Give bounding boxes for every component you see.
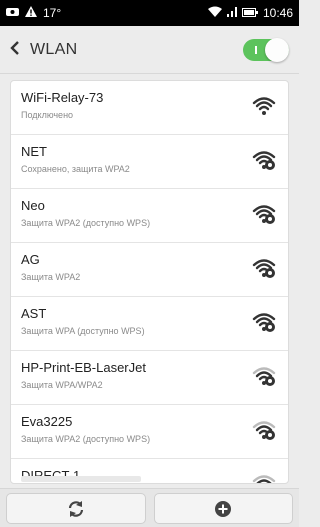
network-name: Neo <box>21 198 45 213</box>
wlan-header: WLAN <box>0 26 299 74</box>
wifi-locked-icon <box>252 259 276 278</box>
wifi-icon <box>252 97 276 115</box>
network-name: WiFi-Relay-73 <box>21 90 104 105</box>
refresh-button[interactable] <box>6 493 146 524</box>
wifi-locked-icon <box>252 205 276 224</box>
toggle-on-indicator <box>255 45 257 54</box>
network-row[interactable]: AST Защита WPA (доступно WPS) <box>11 297 288 351</box>
network-status: Защита WPA/WPA2 <box>21 380 103 390</box>
network-status: Защита WPA2 (доступно WPS) <box>21 434 151 444</box>
status-bar: 17° 10:46 <box>0 0 299 26</box>
network-list: WiFi-Relay-73 Подключено NET Сохранено, защ… <box>10 80 289 484</box>
network-row[interactable]: Neo Защита WPA2 (доступно WPS) <box>11 189 288 243</box>
network-name: Eva3225 <box>21 414 73 429</box>
toggle-knob <box>265 37 289 62</box>
refresh-icon <box>68 500 83 517</box>
warning-icon <box>25 6 37 20</box>
network-status: Подключено <box>21 110 74 120</box>
network-status: Сохранено, защита WPA2 <box>21 164 130 174</box>
network-row[interactable]: WiFi-Relay-73 Подключено <box>11 81 288 135</box>
network-status: Защита WPA2 <box>21 272 81 282</box>
network-name: NET <box>21 144 47 159</box>
wifi-locked-icon <box>252 313 276 332</box>
page-title: WLAN <box>30 40 78 58</box>
network-status: Защита WPA (доступно WPS) <box>21 326 145 336</box>
network-row[interactable]: AG Защита WPA2 <box>11 243 288 297</box>
network-row[interactable]: NET Сохранено, защита WPA2 <box>11 135 288 189</box>
partial-network-row <box>21 476 141 482</box>
temperature-text: 17° <box>43 6 62 20</box>
clock: 10:46 <box>262 6 293 20</box>
add-circle-icon <box>215 500 232 517</box>
notification-icon <box>6 6 19 20</box>
battery-icon <box>241 6 258 20</box>
wifi-locked-icon <box>252 421 276 440</box>
wifi-locked-icon <box>252 475 276 483</box>
add-network-button[interactable] <box>153 493 293 524</box>
cell-signal-icon <box>226 6 237 20</box>
network-name: HP-Print-EB-LaserJet <box>21 360 146 375</box>
network-name: AST <box>21 306 47 321</box>
wifi-locked-icon <box>252 151 276 170</box>
network-row[interactable]: HP-Print-EB-LaserJet Защита WPA/WPA2 <box>11 351 288 405</box>
wifi-status-icon <box>207 6 222 20</box>
back-button[interactable] <box>10 39 20 60</box>
wifi-locked-icon <box>252 367 276 386</box>
network-status: Защита WPA2 (доступно WPS) <box>21 218 151 228</box>
bottom-action-bar <box>0 488 299 527</box>
network-name: AG <box>21 252 40 267</box>
network-row[interactable]: Eva3225 Защита WPA2 (доступно WPS) <box>11 405 288 459</box>
chevron-left-icon <box>10 41 19 55</box>
wlan-toggle[interactable] <box>243 37 289 62</box>
